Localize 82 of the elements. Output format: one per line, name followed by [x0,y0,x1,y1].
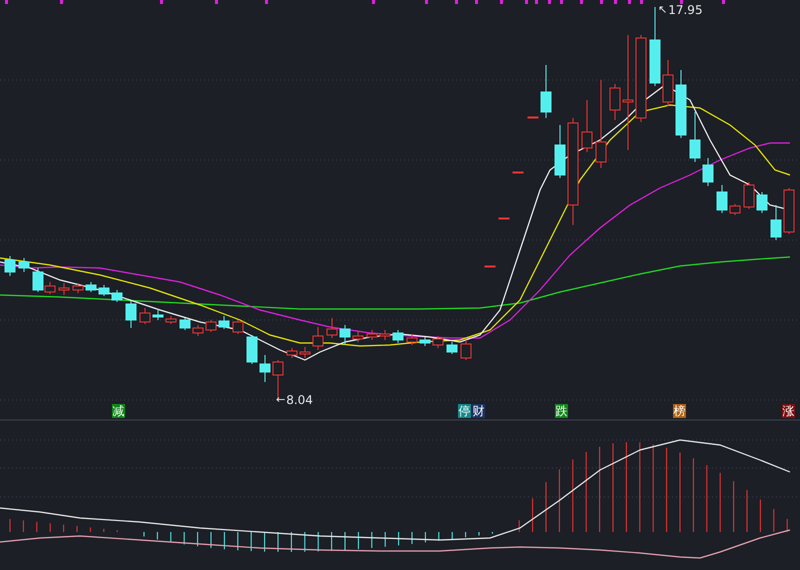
candlestick [18,258,30,272]
candlestick [582,100,592,152]
candlestick [4,256,16,276]
candlestick [340,324,350,346]
candlestick [286,348,298,358]
candlestick [730,204,740,216]
signal-tick [525,0,528,4]
candlestick [86,282,96,292]
signal-tick [628,0,631,4]
candlestick [312,326,324,350]
signal-badge: 跌 [555,404,568,418]
candlestick [232,320,244,334]
candlestick [180,318,190,330]
candlestick [260,354,270,382]
candlestick [716,184,728,214]
signal-tick [614,0,617,4]
signal-tick [475,0,478,4]
candlestick [380,330,390,340]
arrow-icon: ↖ [658,3,668,17]
candlestick [392,330,404,344]
candlestick [512,172,524,174]
low-price-label: 8.04 [286,393,313,407]
candlestick [166,316,176,324]
signal-tick [265,0,268,4]
candlestick [498,218,510,220]
candlestick [744,182,754,210]
signal-badge: 财 [472,404,485,418]
signal-tick [640,0,643,4]
high-price-label: 17.95 [668,3,703,17]
candlestick [446,342,458,354]
candlestick [352,330,364,342]
signal-tick [455,0,458,4]
signal-tick [372,0,375,4]
signal-badge: 榜 [673,404,686,418]
signal-tick [215,0,218,4]
candlestick [72,282,84,294]
candlestick [432,336,444,348]
candlestick [406,334,418,346]
candlestick [756,192,768,214]
candlestick [140,308,150,324]
signal-badge: 减 [112,404,125,418]
arrow-icon: ← [276,393,286,407]
candlestick [484,266,496,268]
signal-tick [548,0,551,4]
signal-badge: 涨 [782,404,795,418]
signal-tick [5,0,8,4]
signal-tick [535,0,538,4]
candlestick [460,340,472,360]
candlestick [300,346,310,358]
candlestick [272,360,284,400]
candlestick [702,158,714,186]
candlestick [126,300,136,328]
candlestick [554,124,566,178]
candlestick [420,336,430,346]
candlestick [662,60,674,106]
candlestick [326,318,338,338]
candlestick [58,282,70,296]
signal-tick [580,0,583,4]
candlestick [246,334,258,364]
signal-tick [160,0,163,4]
signal-tick [600,0,603,4]
candlestick [610,84,620,120]
candlestick [676,70,686,138]
candlestick [528,116,538,118]
candlestick [152,308,164,320]
candlestick [770,204,782,240]
signal-tick [722,0,725,4]
candlestick [366,330,378,340]
signal-badge: 停 [458,404,471,418]
candlestick [112,290,122,302]
candlestick [784,188,794,234]
candlestick [218,316,230,330]
candlestick [690,112,700,162]
candlestick [206,320,216,332]
candlestick [98,284,110,296]
signal-tick [500,0,503,4]
signal-tick [560,0,563,4]
candlestick [540,64,552,118]
signal-tick [680,0,683,4]
signal-tick [425,0,428,4]
signal-tick [60,0,63,4]
candlestick [192,324,204,336]
